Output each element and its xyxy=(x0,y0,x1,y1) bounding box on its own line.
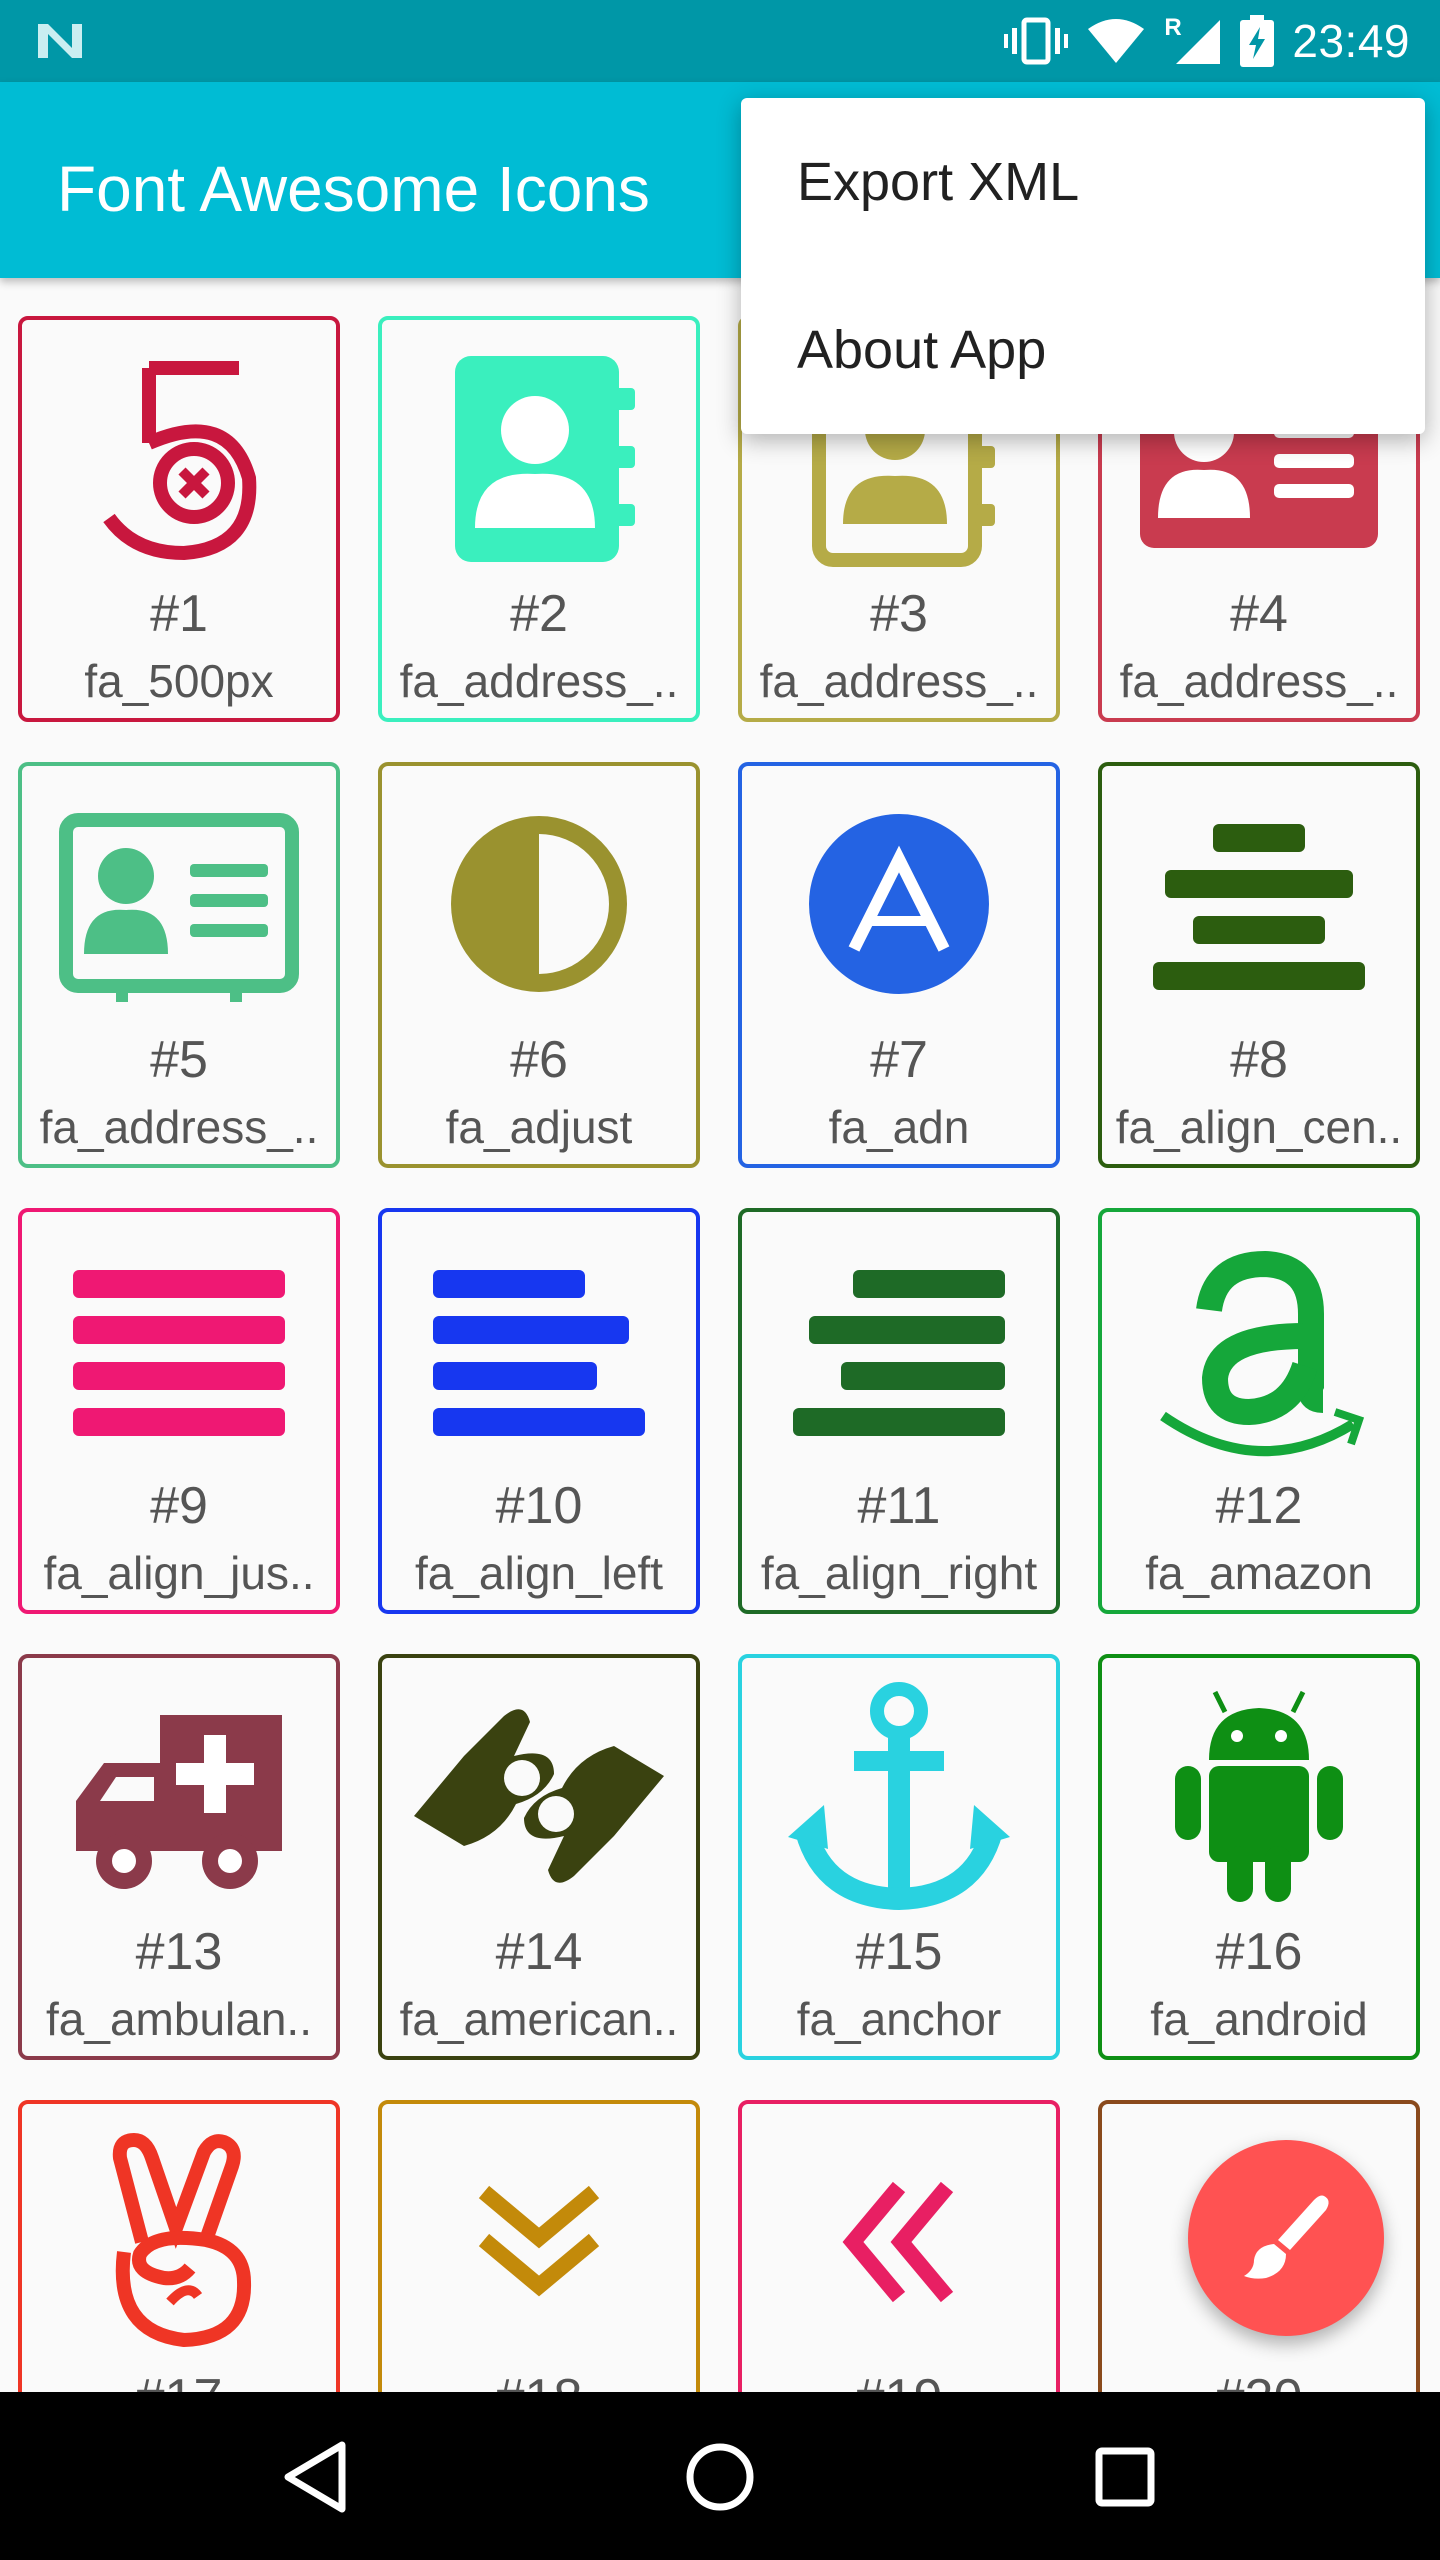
500px-icon xyxy=(22,338,336,578)
icon-card[interactable]: #18 xyxy=(378,2100,700,2392)
icon-card[interactable]: #7 fa_adn xyxy=(738,762,1060,1168)
icon-name: fa_adjust xyxy=(445,1101,633,1153)
icon-grid: #1 fa_500px #2 fa_address_.. #3 fa_addre… xyxy=(0,278,1440,2392)
icon-card[interactable]: #14 fa_american.. xyxy=(378,1654,700,2060)
icon-number: #6 xyxy=(510,1031,568,1089)
icon-name: fa_align_right xyxy=(760,1547,1038,1599)
icon-card[interactable]: #12 fa_amazon xyxy=(1098,1208,1420,1614)
battery-charging-icon xyxy=(1240,15,1275,67)
icon-number: #4 xyxy=(1230,585,1288,643)
vibrate-icon xyxy=(1004,16,1069,66)
notification-n-icon xyxy=(34,18,86,64)
icon-name: fa_android xyxy=(1150,1993,1368,2045)
icon-card[interactable]: #9 fa_align_jus.. xyxy=(18,1208,340,1614)
icon-number: #18 xyxy=(382,2368,696,2392)
anchor-icon xyxy=(742,1676,1056,1916)
align-left-icon xyxy=(382,1230,696,1470)
signal-roaming-icon: R xyxy=(1164,14,1222,66)
ambulance-icon xyxy=(22,1676,336,1916)
icon-name: fa_address_.. xyxy=(1119,655,1399,707)
angle-double-down-icon xyxy=(382,2122,696,2362)
app-title: Font Awesome Icons xyxy=(57,153,650,225)
back-icon[interactable] xyxy=(272,2434,358,2520)
icon-name: fa_american.. xyxy=(399,1993,679,2045)
icon-card[interactable]: #5 fa_address_.. xyxy=(18,762,340,1168)
icon-card[interactable]: #13 fa_ambulan.. xyxy=(18,1654,340,2060)
align-center-icon xyxy=(1102,784,1416,1024)
icon-number: #12 xyxy=(1215,1477,1303,1535)
icon-number: #11 xyxy=(857,1477,941,1535)
menu-item-export-xml[interactable]: Export XML xyxy=(741,98,1425,266)
icon-name: fa_align_jus.. xyxy=(43,1547,315,1599)
icon-name: fa_address_.. xyxy=(399,655,679,707)
icon-name: fa_anchor xyxy=(796,1993,1002,2045)
icon-card[interactable]: #19 xyxy=(738,2100,1060,2392)
align-justify-icon xyxy=(22,1230,336,1470)
icon-number: #8 xyxy=(1230,1031,1288,1089)
icon-card[interactable]: #2 fa_address_.. xyxy=(378,316,700,722)
align-right-icon xyxy=(742,1230,1056,1470)
icon-name: fa_ambulan.. xyxy=(46,1993,312,2045)
icon-card[interactable]: #8 fa_align_cen.. xyxy=(1098,762,1420,1168)
icon-number: #10 xyxy=(495,1477,583,1535)
icon-card[interactable]: #17 xyxy=(18,2100,340,2392)
icon-name: fa_adn xyxy=(828,1101,970,1153)
adjust-icon xyxy=(382,784,696,1024)
home-icon[interactable] xyxy=(677,2434,763,2520)
angle-double-left-icon xyxy=(742,2122,1056,2362)
icon-number: #5 xyxy=(150,1031,208,1089)
icon-number: #17 xyxy=(22,2368,336,2392)
icon-number: #15 xyxy=(855,1923,943,1981)
icon-number: #14 xyxy=(495,1923,583,1981)
american-sign-language-icon xyxy=(382,1676,696,1916)
status-time: 23:49 xyxy=(1292,15,1410,67)
icon-name: fa_address_.. xyxy=(39,1101,319,1153)
icon-card[interactable]: #11 fa_align_right xyxy=(738,1208,1060,1614)
icon-number: #1 xyxy=(150,585,208,643)
overflow-menu: Export XML About App xyxy=(741,98,1425,434)
icon-number: #2 xyxy=(510,585,568,643)
angellist-icon xyxy=(22,2122,336,2362)
menu-item-about-app[interactable]: About App xyxy=(741,266,1425,434)
paint-brush-button[interactable] xyxy=(1188,2140,1384,2336)
icon-name: fa_align_cen.. xyxy=(1115,1101,1403,1153)
android-icon xyxy=(1102,1676,1416,1916)
address-card-o-icon xyxy=(22,784,336,1024)
paint-brush-icon xyxy=(1244,2195,1329,2279)
icon-name: fa_amazon xyxy=(1145,1547,1373,1599)
icon-card[interactable]: #1 fa_500px xyxy=(18,316,340,722)
roaming-label: R xyxy=(1164,14,1182,41)
icon-number: #3 xyxy=(870,585,928,643)
icon-card[interactable]: #16 fa_android xyxy=(1098,1654,1420,2060)
icon-number: #9 xyxy=(150,1477,208,1535)
recents-icon[interactable] xyxy=(1082,2434,1168,2520)
icon-card[interactable]: #15 fa_anchor xyxy=(738,1654,1060,2060)
icon-number: #13 xyxy=(135,1923,223,1981)
icon-name: fa_500px xyxy=(84,655,274,707)
wifi-icon xyxy=(1086,17,1146,65)
navigation-bar xyxy=(0,2392,1440,2560)
icon-name: fa_address_.. xyxy=(759,655,1039,707)
adn-icon xyxy=(742,784,1056,1024)
icon-number: #16 xyxy=(1215,1923,1303,1981)
address-book-icon xyxy=(382,338,696,578)
icon-number: #7 xyxy=(870,1031,928,1089)
icon-card[interactable]: #10 fa_align_left xyxy=(378,1208,700,1614)
icon-name: fa_align_left xyxy=(414,1547,664,1599)
amazon-icon xyxy=(1102,1230,1416,1470)
icon-number: #20 xyxy=(1102,2368,1416,2392)
icon-card[interactable]: #6 fa_adjust xyxy=(378,762,700,1168)
icon-number: #19 xyxy=(742,2368,1056,2392)
status-bar: R 23:49 xyxy=(0,0,1440,82)
